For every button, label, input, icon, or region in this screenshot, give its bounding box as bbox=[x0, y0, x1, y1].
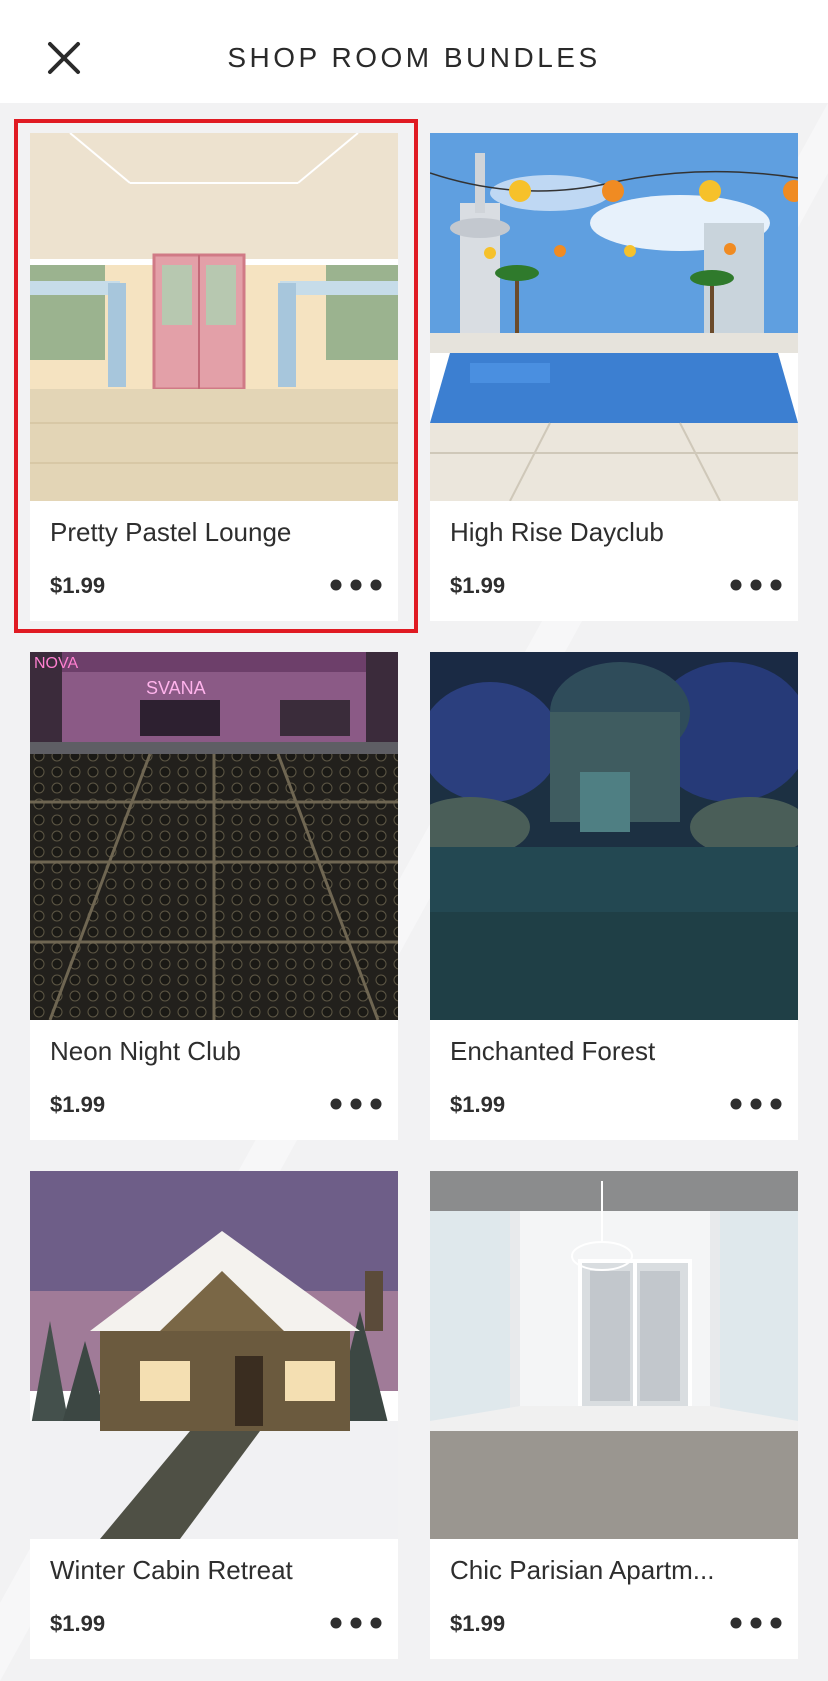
page-title: SHOP ROOM BUNDLES bbox=[227, 42, 601, 73]
bundle-price: $1.99 bbox=[450, 1611, 506, 1636]
bundle-name: High Rise Dayclub bbox=[450, 517, 664, 547]
bundle-price: $1.99 bbox=[50, 1611, 106, 1636]
more-options-icon bbox=[730, 1098, 782, 1110]
more-options-icon bbox=[730, 1617, 782, 1629]
bundle-image bbox=[430, 133, 798, 501]
bundle-name: Chic Parisian Apartm... bbox=[450, 1555, 715, 1585]
more-options-icon bbox=[730, 579, 782, 591]
bundle-image bbox=[30, 1171, 398, 1539]
bundle-image bbox=[430, 652, 798, 1020]
more-options-button[interactable] bbox=[730, 1615, 782, 1631]
bundle-card-winter-cabin-retreat[interactable]: Winter Cabin Retreat $1.99 bbox=[30, 1171, 398, 1659]
more-options-button[interactable] bbox=[730, 1096, 782, 1112]
bundle-image bbox=[30, 133, 398, 501]
more-options-button[interactable] bbox=[330, 1615, 382, 1631]
neon-sign-nova: NOVA bbox=[34, 655, 78, 672]
bundle-image bbox=[430, 1171, 798, 1539]
bundle-image: NOVA SVANA bbox=[30, 652, 398, 1020]
header-bar: SHOP ROOM BUNDLES bbox=[0, 0, 828, 103]
bundle-card-pretty-pastel-lounge[interactable]: Pretty Pastel Lounge $1.99 bbox=[30, 133, 398, 621]
bundle-price: $1.99 bbox=[450, 573, 506, 598]
bundle-card-chic-parisian-apartment[interactable]: Chic Parisian Apartm... $1.99 bbox=[430, 1171, 798, 1659]
more-options-button[interactable] bbox=[330, 1096, 382, 1112]
bundle-name: Enchanted Forest bbox=[450, 1036, 656, 1066]
more-options-button[interactable] bbox=[330, 577, 382, 593]
bundle-card-neon-night-club[interactable]: NOVA SVANA Neon Night Club $1.99 bbox=[30, 652, 398, 1140]
bundle-name: Pretty Pastel Lounge bbox=[50, 517, 292, 547]
bundle-name: Neon Night Club bbox=[50, 1036, 241, 1066]
bundle-price: $1.99 bbox=[50, 573, 106, 598]
neon-sign-svana: SVANA bbox=[146, 678, 206, 698]
bundle-price: $1.99 bbox=[450, 1092, 506, 1117]
bundle-price: $1.99 bbox=[50, 1092, 106, 1117]
more-options-button[interactable] bbox=[730, 577, 782, 593]
bundle-name: Winter Cabin Retreat bbox=[50, 1555, 293, 1585]
bundle-card-enchanted-forest[interactable]: Enchanted Forest $1.99 bbox=[430, 652, 798, 1140]
more-options-icon bbox=[330, 1617, 382, 1629]
bundle-card-high-rise-dayclub[interactable]: High Rise Dayclub $1.99 bbox=[430, 133, 798, 621]
more-options-icon bbox=[330, 579, 382, 591]
more-options-icon bbox=[330, 1098, 382, 1110]
